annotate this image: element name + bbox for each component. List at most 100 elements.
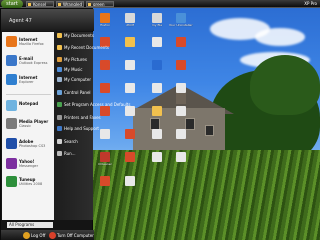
desktop-icon-label: dfzdf <box>126 24 134 27</box>
start-menu-program[interactable]: E-mail Outlook Express <box>5 53 54 69</box>
start-menu-place[interactable]: Help and Support <box>57 124 99 133</box>
start-menu-program[interactable]: Yahoo! Messenger <box>5 156 54 172</box>
desktop-icon[interactable] <box>172 83 190 103</box>
house-window <box>205 125 214 136</box>
desktop-icon[interactable] <box>121 129 139 149</box>
desktop-icon[interactable]: dfzdf <box>121 13 139 33</box>
desktop-icon[interactable] <box>148 152 166 172</box>
start-menu-place[interactable]: My Music <box>57 65 93 74</box>
desktop-icon[interactable] <box>96 60 114 80</box>
desktop-icon-label: my file <box>151 24 163 27</box>
taskbar-button[interactable]: green <box>86 1 114 7</box>
file-icon <box>125 106 135 116</box>
power-icon <box>49 232 56 239</box>
start-menu-place[interactable]: Control Panel <box>57 88 93 97</box>
recent-documents-icon <box>57 45 62 50</box>
file-icon <box>125 152 135 162</box>
start-menu-place[interactable]: Run... <box>57 149 93 158</box>
file-icon <box>176 37 186 47</box>
start-menu-program[interactable]: Adobe Photoshop CS3 <box>5 136 54 152</box>
taskbar: start Konsel Wrangled green XP Pro <box>0 0 320 8</box>
desktop-icon[interactable] <box>121 106 139 126</box>
search-icon <box>57 139 62 144</box>
start-menu-place[interactable]: My Pictures <box>57 55 93 64</box>
file-icon <box>152 129 162 139</box>
desktop-icon[interactable] <box>121 152 139 172</box>
file-icon <box>125 13 135 23</box>
desktop-icon[interactable] <box>121 60 139 80</box>
desktop-icon[interactable] <box>121 83 139 103</box>
taskbar-button[interactable]: Wrangled <box>56 1 84 7</box>
folder-icon <box>28 3 31 6</box>
log-off-icon <box>23 232 30 239</box>
desktop-icon[interactable] <box>172 152 190 172</box>
file-icon <box>176 13 186 23</box>
start-menu-place[interactable]: Set Program Access and Defaults <box>57 100 130 109</box>
start-menu-place[interactable]: My Computer <box>57 75 93 84</box>
desktop-icon[interactable] <box>148 106 166 126</box>
file-icon <box>152 83 162 93</box>
start-menu-program[interactable]: Internet Mozilla Firefox <box>5 34 54 50</box>
cloud <box>255 28 305 46</box>
desktop-icon[interactable]: CCleaner <box>96 152 114 172</box>
file-icon <box>152 13 162 23</box>
tuneup-icon <box>6 176 17 187</box>
start-menu-program[interactable]: Tuneup Utilities 2008 <box>5 174 54 190</box>
file-icon <box>176 106 186 116</box>
desktop-icon[interactable] <box>172 37 190 57</box>
program-subtitle: Mozilla Firefox <box>19 42 44 46</box>
all-programs-button[interactable]: All Programs <box>7 222 53 228</box>
file-icon <box>100 83 110 93</box>
system-tray[interactable]: XP Pro <box>301 0 320 8</box>
program-subtitle: Messenger <box>19 164 39 168</box>
start-menu-place[interactable]: My Recent Documents <box>57 43 109 52</box>
start-button[interactable]: start <box>1 0 23 8</box>
start-menu-place[interactable]: Search <box>57 137 93 146</box>
file-icon <box>176 152 186 162</box>
file-icon <box>125 83 135 93</box>
start-menu-program[interactable]: Notepad <box>5 98 54 114</box>
file-icon <box>125 60 135 70</box>
file-icon <box>176 129 186 139</box>
desktop-icon[interactable] <box>148 129 166 149</box>
desktop-icon[interactable] <box>148 37 166 57</box>
control-panel-icon <box>57 90 62 95</box>
media-player-icon <box>6 118 17 129</box>
my-computer-icon <box>57 77 62 82</box>
desktop-icon[interactable] <box>96 176 114 196</box>
taskbar-button[interactable]: Konsel <box>26 1 54 7</box>
start-menu-footer: Log Off Turn Off Computer <box>1 230 94 240</box>
file-icon <box>152 152 162 162</box>
desktop-icon[interactable]: Your Uninstaller! 2006 <box>169 13 193 33</box>
start-menu-program[interactable]: Internet Explorer <box>5 72 54 88</box>
my-music-icon <box>57 67 62 72</box>
start-menu-place[interactable]: My Documents <box>57 31 94 40</box>
desktop-icon[interactable] <box>172 60 190 80</box>
program-subtitle: Outlook Express <box>19 61 48 65</box>
desktop-icon[interactable]: firefox <box>96 13 114 33</box>
start-menu-program[interactable]: Media Player Classic <box>5 116 54 132</box>
desktop-icon[interactable]: my file <box>148 13 166 33</box>
file-icon <box>125 176 135 186</box>
file-icon <box>100 152 110 162</box>
desktop-icon[interactable] <box>172 129 190 149</box>
help-icon <box>57 126 62 131</box>
file-icon <box>100 60 110 70</box>
my-documents-icon <box>57 33 62 38</box>
desktop-icon[interactable] <box>148 60 166 80</box>
file-icon <box>100 13 110 23</box>
desktop-icon[interactable] <box>172 106 190 126</box>
desktop-icon[interactable] <box>148 83 166 103</box>
desktop-icon-label: firefox <box>100 24 110 27</box>
turn-off-button[interactable]: Turn Off Computer <box>49 232 94 239</box>
separator <box>6 94 51 95</box>
start-menu: Agent 47 Internet Mozilla Firefox E-mail Ou… <box>0 8 130 240</box>
file-icon <box>100 176 110 186</box>
program-subtitle: Explorer <box>19 80 34 84</box>
log-off-button[interactable]: Log Off <box>23 232 45 239</box>
program-subtitle: Utilities 2008 <box>19 182 43 186</box>
start-menu-place[interactable]: Printers and Faxes <box>57 113 101 122</box>
file-icon <box>152 37 162 47</box>
desktop-icon[interactable] <box>121 176 139 196</box>
desktop-icon[interactable] <box>121 37 139 57</box>
